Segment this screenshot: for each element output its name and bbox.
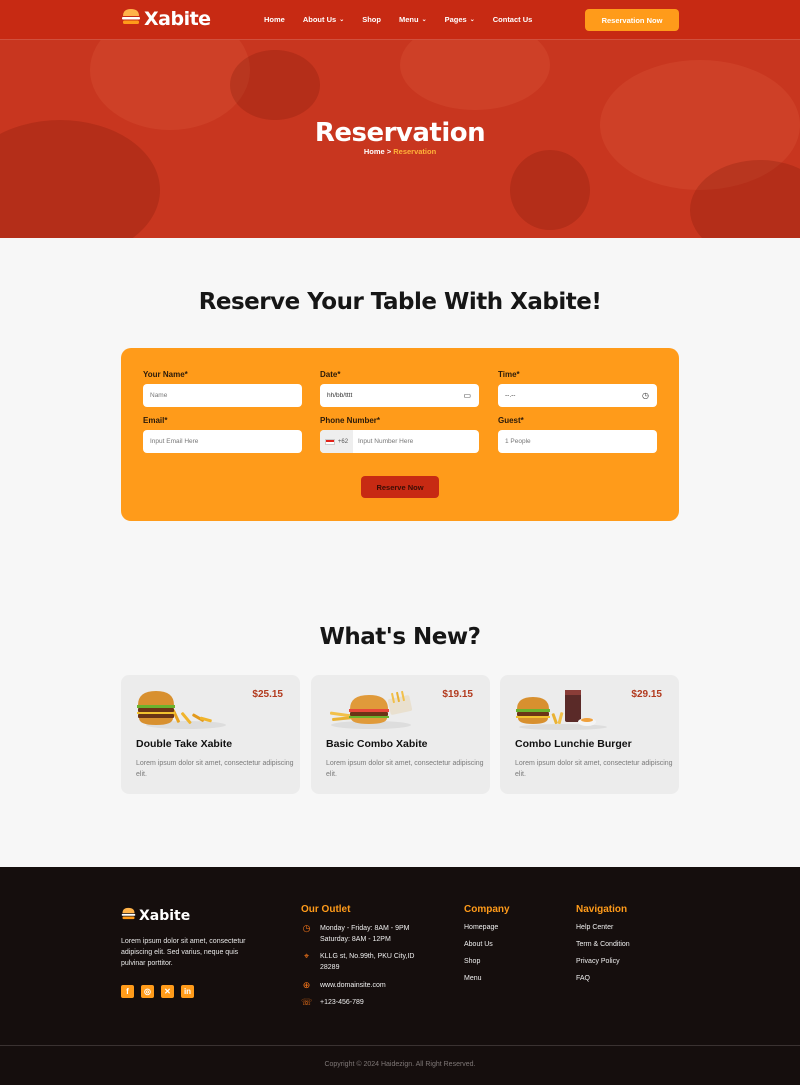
phone-input[interactable]: +62 Input Number Here [320, 430, 479, 453]
outlet-hours: ◷ Monday - Friday: 8AM - 9PM Saturday: 8A… [302, 923, 410, 943]
footer-link-shop[interactable]: Shop [464, 958, 498, 969]
outlet-website[interactable]: ⊕ www.domainsite.com [301, 980, 386, 991]
footer-link-help-center[interactable]: Help Center [576, 924, 630, 935]
clock-icon[interactable]: ◷ [642, 391, 649, 400]
reserve-now-button[interactable]: Reserve Now [361, 476, 439, 498]
chevron-down-icon: ⌄ [339, 17, 345, 23]
globe-icon: ⊕ [302, 980, 311, 990]
breadcrumb-current: Reservation [393, 147, 437, 156]
indonesia-flag-icon [324, 438, 335, 445]
menu-card-name: Double Take Xabite [136, 738, 233, 750]
menu-card-price: $19.15 [442, 689, 473, 700]
brand-name: Xabite [139, 908, 191, 924]
breadcrumb: Home > Reservation [0, 147, 800, 156]
reservation-now-button[interactable]: Reservation Now [585, 9, 679, 31]
x-icon[interactable]: ✕ [161, 985, 174, 998]
menu-card-name: Combo Lunchie Burger [515, 738, 632, 750]
footer-link-about-us[interactable]: About Us [464, 941, 498, 952]
burger-fries-image [136, 687, 231, 731]
footer-divider [0, 1045, 800, 1046]
guest-field-group: Guest* 1 People [498, 416, 657, 453]
name-field-group: Your Name* Name [143, 370, 302, 407]
footer-link-menu[interactable]: Menu [464, 975, 498, 986]
menu-card-description: Lorem ipsum dolor sit amet, consectetur … [136, 760, 294, 778]
nav-shop[interactable]: Shop [362, 15, 381, 24]
date-input[interactable]: hh/bb/tttt ▭ [320, 384, 479, 407]
footer-link-faq[interactable]: FAQ [576, 975, 630, 986]
social-links: f ◎ ✕ in [121, 985, 194, 998]
guest-label: Guest* [498, 416, 524, 425]
email-input[interactable]: Input Email Here [143, 430, 302, 453]
email-field-group: Email* Input Email Here [143, 416, 302, 453]
name-label: Your Name* [143, 370, 188, 379]
menu-card[interactable]: $29.15 Combo Lunchie Burger Lorem ipsum … [500, 675, 679, 794]
phone-icon: ☏ [301, 997, 313, 1007]
brand-name: Xabite [144, 8, 211, 30]
facebook-icon[interactable]: f [121, 985, 134, 998]
company-links: Homepage About Us Shop Menu [464, 924, 498, 986]
nav-about-us[interactable]: About Us ⌄ [303, 15, 344, 24]
menu-card[interactable]: $19.15 Basic Combo Xabite Lorem ipsum do… [311, 675, 490, 794]
hero-bg-shape [510, 150, 590, 230]
burger-drink-image [515, 687, 610, 731]
name-input[interactable]: Name [143, 384, 302, 407]
country-code-select[interactable]: +62 [320, 430, 353, 453]
time-input[interactable]: --.-- ◷ [498, 384, 657, 407]
reservation-heading: Reserve Your Table With Xabite! [198, 289, 602, 315]
time-field-group: Time* --.-- ◷ [498, 370, 657, 407]
burger-logo-icon [121, 8, 141, 30]
menu-card-price: $25.15 [252, 689, 283, 700]
hero-banner: Reservation Home > Reservation [0, 40, 800, 238]
menu-card[interactable]: $25.15 Double Take Xabite Lorem ipsum do… [121, 675, 300, 794]
navbar: Xabite Home About Us ⌄ Shop Menu ⌄ Pages ⌄ … [0, 0, 800, 40]
nav-home[interactable]: Home [264, 15, 285, 24]
clock-icon: ◷ [302, 923, 311, 933]
whats-new-heading: What's New? [319, 624, 481, 650]
hero-bg-shape [400, 40, 550, 110]
time-label: Time* [498, 370, 520, 379]
nav-pages[interactable]: Pages ⌄ [445, 15, 475, 24]
page-title: Reservation [314, 118, 486, 148]
navigation-links: Help Center Term & Condition Privacy Pol… [576, 924, 630, 986]
logo[interactable]: Xabite [121, 8, 211, 30]
navigation-heading: Navigation [576, 904, 628, 915]
nav-menu[interactable]: Menu ⌄ [399, 15, 427, 24]
breadcrumb-home[interactable]: Home [364, 147, 385, 156]
chevron-down-icon: ⌄ [421, 17, 427, 23]
burger-fries-image [326, 687, 421, 731]
location-pin-icon: ⌖ [303, 951, 310, 961]
outlet-phone[interactable]: ☏ +123-456-789 [301, 997, 364, 1008]
footer-about-text: Lorem ipsum dolor sit amet, consectetur … [121, 938, 246, 967]
calendar-icon[interactable]: ▭ [463, 391, 471, 400]
outlet-heading: Our Outlet [301, 904, 351, 915]
hero-bg-shape [230, 50, 320, 120]
footer-logo[interactable]: Xabite [121, 907, 190, 925]
menu-card-description: Lorem ipsum dolor sit amet, consectetur … [515, 760, 673, 778]
phone-field-group: Phone Number* +62 Input Number Here [320, 416, 479, 453]
phone-label: Phone Number* [320, 416, 381, 425]
guest-input[interactable]: 1 People [498, 430, 657, 453]
menu-card-description: Lorem ipsum dolor sit amet, consectetur … [326, 760, 484, 778]
footer-link-privacy[interactable]: Privacy Policy [576, 958, 630, 969]
menu-card-price: $29.15 [631, 689, 662, 700]
main-nav: Home About Us ⌄ Shop Menu ⌄ Pages ⌄ Contact… [264, 15, 532, 24]
nav-contact-us[interactable]: Contact Us [493, 15, 533, 24]
hero-bg-shape [90, 40, 250, 130]
breadcrumb-separator: > [384, 147, 394, 156]
date-field-group: Date* hh/bb/tttt ▭ [320, 370, 479, 407]
footer-link-terms[interactable]: Term & Condition [576, 941, 630, 952]
chevron-down-icon: ⌄ [469, 17, 475, 23]
footer: Xabite Lorem ipsum dolor sit amet, conse… [0, 867, 800, 1085]
linkedin-icon[interactable]: in [181, 985, 194, 998]
footer-link-homepage[interactable]: Homepage [464, 924, 498, 935]
outlet-address: ⌖ KLLG st, No.99th, PKU City,ID 28289 [301, 951, 414, 973]
date-label: Date* [320, 370, 341, 379]
copyright-text: Copyright © 2024 Haidezign. All Right Re… [324, 1061, 476, 1068]
instagram-icon[interactable]: ◎ [141, 985, 154, 998]
menu-card-name: Basic Combo Xabite [326, 738, 428, 750]
burger-logo-icon [121, 907, 136, 925]
company-heading: Company [464, 904, 510, 915]
email-label: Email* [143, 416, 168, 425]
